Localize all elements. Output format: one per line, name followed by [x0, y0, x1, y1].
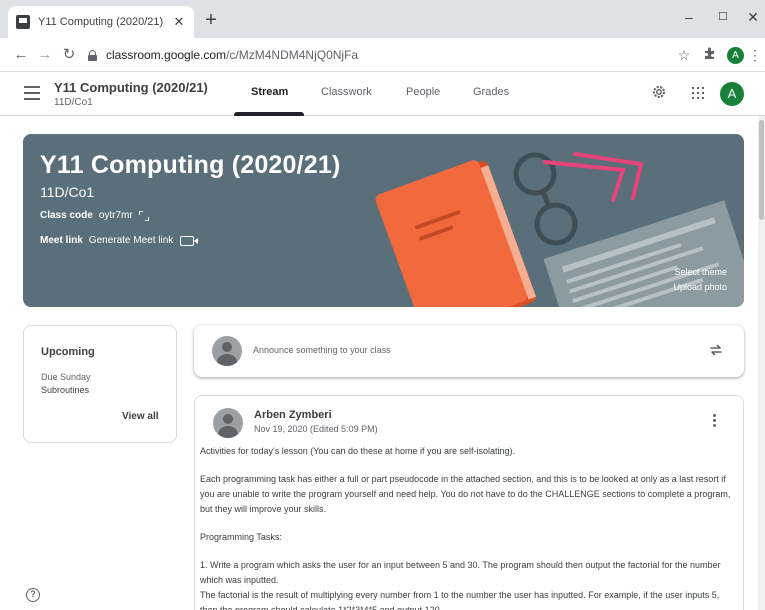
maximize-button[interactable]: ☐ [708, 6, 738, 28]
tab-classwork[interactable]: Classwork [321, 86, 372, 98]
user-avatar-icon [212, 336, 242, 366]
post-date: Nov 19, 2020 (Edited 5:09 PM) [254, 424, 378, 434]
select-theme-link[interactable]: Select theme [674, 267, 727, 277]
post-paragraph: Programming Tasks: [200, 532, 282, 542]
minimize-button[interactable]: – [674, 6, 704, 28]
help-icon[interactable]: ? [26, 588, 40, 602]
post-body: Activities for today's lesson (You can d… [200, 444, 736, 610]
post-paragraph: The factorial is the result of multiplyi… [200, 590, 720, 610]
browser-toolbar: ← → ↻ classroom.google.com/c/MzM4NDM4NjQ… [0, 38, 765, 72]
upload-photo-link[interactable]: Upload photo [673, 282, 727, 292]
browser-tab-strip: Y11 Computing (2020/21) 11D/C ✕ + – ☐ ✕ [0, 0, 765, 38]
view-all-link[interactable]: View all [122, 411, 159, 422]
fullscreen-icon[interactable] [138, 210, 149, 221]
classroom-header: Y11 Computing (2020/21) 11D/Co1 Stream C… [0, 72, 765, 116]
banner-section: 11D/Co1 [40, 184, 95, 200]
generate-meet-link[interactable]: Generate Meet link [89, 235, 174, 246]
class-code-label: Class code [40, 210, 93, 221]
extensions-icon[interactable] [700, 45, 720, 65]
upcoming-item[interactable]: Subroutines [41, 385, 89, 395]
post-paragraph: Each programming task has either a full … [200, 474, 731, 514]
classroom-favicon-icon [16, 15, 30, 29]
lock-icon[interactable] [88, 49, 97, 61]
address-bar[interactable]: classroom.google.com/c/MzM4NDM4NjQ0NjFa [88, 42, 674, 68]
repost-icon[interactable] [708, 342, 724, 358]
star-icon[interactable]: ☆ [674, 45, 694, 65]
forward-icon[interactable]: → [34, 44, 56, 66]
menu-kebab-icon[interactable]: ⋮ [748, 45, 762, 65]
stream-post: Arben Zymberi Nov 19, 2020 (Edited 5:09 … [194, 395, 744, 610]
tab-stream[interactable]: Stream [251, 86, 288, 98]
tab-people[interactable]: People [406, 86, 440, 98]
post-paragraph: Activities for today's lesson (You can d… [200, 446, 516, 456]
post-paragraph: 1. Write a program which asks the user f… [200, 560, 721, 585]
announce-box[interactable]: Announce something to your class [194, 325, 744, 377]
header-class-section: 11D/Co1 [54, 97, 93, 108]
banner-class-title: Y11 Computing (2020/21) [40, 151, 341, 179]
hamburger-menu-icon[interactable] [24, 86, 40, 100]
browser-tab[interactable]: Y11 Computing (2020/21) 11D/C ✕ [8, 6, 194, 38]
window-close-button[interactable]: ✕ [738, 6, 765, 28]
back-icon[interactable]: ← [10, 44, 32, 66]
upcoming-title: Upcoming [41, 346, 95, 358]
upcoming-due: Due Sunday [41, 372, 91, 382]
tab-close-icon[interactable]: ✕ [172, 14, 186, 30]
author-avatar-icon [213, 408, 243, 438]
announce-placeholder[interactable]: Announce something to your class [253, 345, 391, 355]
reload-icon[interactable]: ↻ [58, 44, 80, 66]
active-tab-indicator [234, 112, 304, 116]
account-avatar[interactable]: A [720, 82, 744, 106]
tab-title: Y11 Computing (2020/21) 11D/C [38, 16, 166, 28]
meet-link-row: Meet link Generate Meet link [40, 235, 199, 246]
upcoming-card: Upcoming Due Sunday Subroutines View all [23, 325, 177, 443]
new-tab-button[interactable]: + [200, 10, 222, 30]
class-code-row: Class code oytr7mr [40, 210, 149, 221]
class-code-value: oytr7mr [98, 210, 133, 221]
gear-icon[interactable] [650, 84, 668, 102]
header-class-title[interactable]: Y11 Computing (2020/21) [54, 80, 208, 95]
video-camera-icon[interactable] [180, 235, 199, 246]
post-author: Arben Zymberi [254, 409, 332, 421]
class-banner: Y11 Computing (2020/21) 11D/Co1 Class co… [23, 134, 744, 307]
tab-grades[interactable]: Grades [473, 86, 509, 98]
url-path: /c/MzM4NDM4NjQ0NjFa [226, 48, 359, 62]
profile-avatar[interactable]: A [727, 47, 744, 64]
url-host: classroom.google.com [106, 48, 227, 62]
scrollbar-thumb[interactable] [759, 120, 764, 220]
post-options-icon[interactable] [713, 414, 717, 430]
meet-link-label: Meet link [40, 235, 83, 246]
apps-grid-icon[interactable] [692, 87, 704, 99]
